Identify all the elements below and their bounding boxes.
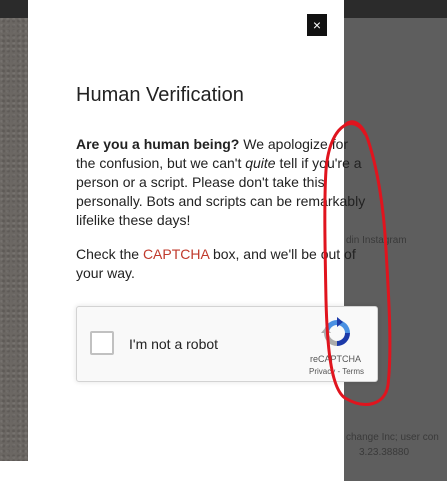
background-left-panel <box>0 18 28 461</box>
terms-link[interactable]: Terms <box>342 367 364 376</box>
intro-text-4: personally. Bots and scripts can be rema… <box>76 193 366 209</box>
captcha-instruction: Check the CAPTCHA box, and we'll be out … <box>76 245 376 283</box>
intro-text-3: person or a script. Please don't take th… <box>76 174 325 190</box>
instruction-prefix: Check the <box>76 246 143 262</box>
background-footer-copyright: change Inc; user con <box>346 432 439 443</box>
recaptcha-widget: I'm not a robot reCAPTCHA Privacy - Term… <box>76 306 378 382</box>
instruction-suffix: box, and we'll be out of <box>209 246 356 262</box>
intro-question: Are you a human being? <box>76 136 240 152</box>
intro-text-5: lifelike these days! <box>76 212 191 228</box>
intro-paragraph: Are you a human being? We apologize for … <box>76 135 376 230</box>
intro-text-1: We apologize for <box>239 136 349 152</box>
recaptcha-logo-icon <box>321 317 350 346</box>
background-footer-version: 3.23.38880 <box>359 447 410 458</box>
intro-text-2b: tell if you're a <box>275 155 362 171</box>
captcha-link[interactable]: CAPTCHA <box>143 246 209 262</box>
privacy-link[interactable]: Privacy <box>309 367 335 376</box>
recaptcha-links: Privacy - Terms <box>309 367 364 376</box>
intro-emphasis: quite <box>245 155 276 171</box>
recaptcha-label: I'm not a robot <box>129 336 219 352</box>
intro-text-2a: the confusion, but we can't <box>76 155 246 171</box>
modal-title: Human Verification <box>76 84 244 106</box>
recaptcha-checkbox[interactable] <box>90 331 114 355</box>
close-button[interactable]: × <box>307 14 327 36</box>
instruction-line2: your way. <box>76 265 135 281</box>
verification-modal: × Human Verification Are you a human bei… <box>28 0 378 461</box>
recaptcha-brand: reCAPTCHA <box>310 354 362 364</box>
background-bottom-strip <box>0 461 344 481</box>
